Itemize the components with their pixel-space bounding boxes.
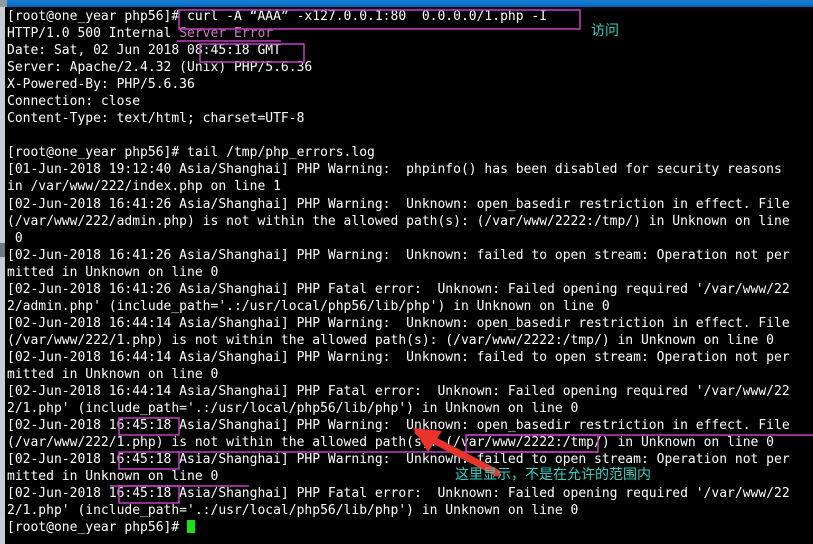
- terminal-line-log-2a: [02-Jun-2018 16:41:26 Asia/Shanghai] PHP…: [7, 196, 790, 212]
- terminal-cursor: [187, 520, 196, 534]
- terminal-line-log-9b: mitted in Unknown on line 0: [7, 469, 219, 485]
- terminal-line-log-3b: mitted in Unknown on line 0: [7, 264, 219, 280]
- terminal-line-hdr-server: Server: Apache/2.4.32 (Unix) PHP/5.6.36: [7, 60, 313, 76]
- terminal-line-log-8a: [02-Jun-2018 16:45:18 Asia/Shanghai] PHP…: [7, 418, 790, 434]
- terminal-line-log-4b: 2/admin.php' (include_path='.:/usr/local…: [7, 298, 610, 314]
- terminal-line-log-6a: [02-Jun-2018 16:44:14 Asia/Shanghai] PHP…: [7, 349, 790, 365]
- terminal-line-highlight: Server Error: [179, 26, 274, 42]
- terminal-line-hdr-ctype: Content-Type: text/html; charset=UTF-8: [7, 111, 305, 127]
- terminal-line-log-5a: [02-Jun-2018 16:44:14 Asia/Shanghai] PHP…: [7, 315, 790, 331]
- terminal-line-log-7a: [02-Jun-2018 16:44:14 Asia/Shanghai] PHP…: [7, 384, 790, 400]
- window-titlebar: [0, 0, 813, 7]
- terminal-line-log-10b: 2/1.php' (include_path='.:/usr/local/php…: [7, 503, 579, 519]
- terminal-line-log-2b: (/var/www/222/admin.php) is not within t…: [7, 213, 790, 229]
- terminal-line-http-status: HTTP/1.0 500 Internal Server Error: [7, 25, 813, 42]
- terminal-line-log-4a: [02-Jun-2018 16:41:26 Asia/Shanghai] PHP…: [7, 281, 790, 297]
- annotation-range-note: 这里显示，不是在允许的范围内: [455, 467, 651, 483]
- annotation-access-note: 访问: [591, 23, 619, 39]
- terminal-line-log-10a: [02-Jun-2018 16:45:18 Asia/Shanghai] PHP…: [7, 486, 790, 502]
- terminal-line-log-9a: [02-Jun-2018 16:45:18 Asia/Shanghai] PHP…: [7, 452, 790, 468]
- terminal-line-text: HTTP/1.0 500 Internal: [7, 26, 180, 42]
- terminal-line-log-5b: (/var/www/222/1.php) is not within the a…: [7, 332, 775, 348]
- terminal-line-log-7b: 2/1.php' (include_path='.:/usr/local/php…: [7, 401, 579, 417]
- terminal-line-log-2c: 0: [7, 230, 23, 246]
- terminal-line-hdr-conn: Connection: close: [7, 94, 141, 110]
- terminal-line-log-1a: [01-Jun-2018 19:12:40 Asia/Shanghai] PHP…: [7, 162, 782, 178]
- window-titlebar-left-cap: [0, 0, 7, 7]
- terminal-line-cmd-tail: [root@one_year php56]# tail /tmp/php_err…: [7, 145, 375, 161]
- terminal-line-log-1b: in /var/www/222/index.php on line 1: [7, 179, 281, 195]
- terminal-line-cmd-curl: [root@one_year php56]# curl -A “AAA” -x1…: [7, 9, 548, 24]
- terminal-line-log-3a: [02-Jun-2018 16:41:26 Asia/Shanghai] PHP…: [7, 247, 790, 263]
- terminal-line-log-6b: mitted in Unknown on line 0: [7, 366, 219, 382]
- terminal-line-prompt-final: [root@one_year php56]#: [7, 519, 813, 536]
- terminal-line-hdr-date: Date: Sat, 02 Jun 2018 08:45:18 GMT: [7, 43, 281, 59]
- terminal-line-hdr-powered: X-Powered-By: PHP/5.6.36: [7, 77, 195, 93]
- terminal-line-blank-1: [7, 127, 813, 144]
- terminal-line-log-8b: (/var/www/222/1.php) is not within the a…: [7, 435, 775, 451]
- terminal-output[interactable]: [root@one_year php56]# curl -A “AAA” -x1…: [7, 8, 813, 544]
- terminal-window: [root@one_year php56]# curl -A “AAA” -x1…: [0, 0, 813, 544]
